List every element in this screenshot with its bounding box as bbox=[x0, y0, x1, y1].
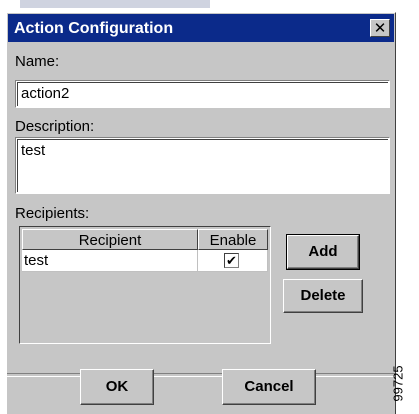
ok-button[interactable]: OK bbox=[80, 369, 154, 405]
background-area bbox=[398, 0, 419, 414]
name-value: action2 bbox=[17, 82, 388, 106]
background-window-strip bbox=[0, 0, 419, 10]
description-label: Description: bbox=[15, 118, 95, 135]
enable-cell[interactable]: ✔ bbox=[198, 250, 268, 272]
close-button[interactable]: ✕ bbox=[370, 19, 390, 37]
figure-id-text: 99725 bbox=[390, 365, 406, 402]
name-label: Name: bbox=[15, 53, 60, 70]
figure-id: 99725 bbox=[391, 356, 418, 414]
action-configuration-dialog: Action Configuration ✕ Name: action2 Des… bbox=[6, 12, 396, 414]
column-header-enable[interactable]: Enable bbox=[198, 229, 268, 250]
name-field[interactable]: action2 bbox=[15, 80, 390, 108]
close-icon: ✕ bbox=[373, 20, 387, 37]
table-row[interactable]: test ✔ bbox=[22, 250, 268, 272]
cancel-button[interactable]: Cancel bbox=[222, 369, 316, 405]
recipient-cell[interactable]: test bbox=[22, 250, 198, 272]
description-value: test bbox=[17, 139, 388, 192]
column-header-recipient[interactable]: Recipient bbox=[22, 229, 198, 250]
footer-divider bbox=[7, 373, 395, 377]
background-titlebar-fragment bbox=[20, 0, 210, 8]
add-button[interactable]: Add bbox=[286, 234, 360, 270]
description-field[interactable]: test bbox=[15, 137, 390, 194]
title-bar[interactable]: Action Configuration ✕ bbox=[8, 14, 394, 42]
enable-checkbox[interactable]: ✔ bbox=[224, 253, 239, 268]
recipients-label: Recipients: bbox=[15, 205, 90, 222]
recipients-table[interactable]: Recipient Enable test ✔ bbox=[19, 226, 271, 344]
delete-button[interactable]: Delete bbox=[283, 279, 363, 313]
dialog-title: Action Configuration bbox=[14, 20, 174, 37]
